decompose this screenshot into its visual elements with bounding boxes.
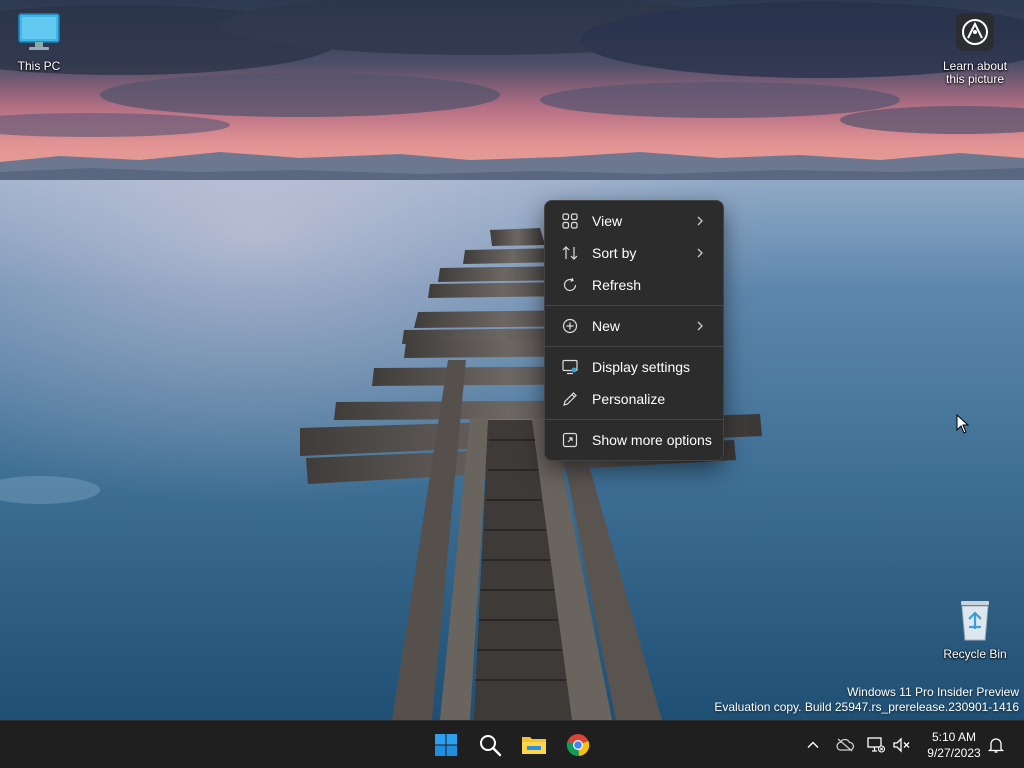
speaker-muted-icon <box>893 737 910 753</box>
chevron-right-icon <box>697 248 703 258</box>
file-explorer-icon <box>522 737 546 754</box>
menu-item-label: Personalize <box>592 391 666 407</box>
show-hidden-icons-button[interactable] <box>803 735 823 755</box>
expand-icon <box>561 431 579 449</box>
menu-item-sort-by[interactable]: Sort by <box>549 237 719 269</box>
plus-circle-icon <box>561 317 579 335</box>
camera-help-icon <box>951 8 999 56</box>
windows-start-icon <box>435 734 457 756</box>
menu-item-refresh[interactable]: Refresh <box>549 269 719 301</box>
network-icon <box>867 737 885 753</box>
desktop-icon-this-pc[interactable]: This PC <box>1 8 77 73</box>
wallpaper <box>0 0 1024 720</box>
notifications-button[interactable] <box>986 735 1006 755</box>
pen-icon <box>561 390 579 408</box>
menu-separator <box>545 305 723 306</box>
start-button[interactable] <box>426 725 466 765</box>
menu-item-label: Show more options <box>592 432 712 448</box>
menu-item-view[interactable]: View <box>549 205 719 237</box>
chevron-right-icon <box>697 321 703 331</box>
menu-item-label: Refresh <box>592 277 642 293</box>
mouse-cursor-icon <box>956 414 970 434</box>
search-icon <box>480 735 502 757</box>
desktop-icon-learn-about-picture[interactable]: Learn about this picture <box>937 8 1013 86</box>
menu-separator <box>545 346 723 347</box>
desktop-icon-label: Recycle Bin <box>943 647 1007 661</box>
chevron-up-icon <box>807 741 819 748</box>
clock-time: 5:10 AM <box>931 730 977 744</box>
search-button[interactable] <box>470 725 510 765</box>
desktop-icon-recycle-bin[interactable]: Recycle Bin <box>937 596 1013 661</box>
notification-bell-icon <box>988 738 1004 753</box>
display-settings-icon <box>561 358 579 376</box>
desktop[interactable]: This PC Learn about this picture Recycle… <box>0 0 1024 720</box>
desktop-context-menu: View Sort by Refresh New Display setting… <box>544 200 724 461</box>
desktop-icon-label: This PC <box>17 59 61 73</box>
taskbar-clock[interactable]: 5:10 AM 9/27/2023 <box>920 729 988 761</box>
desktop-icon-label: Learn about this picture <box>942 59 1008 86</box>
sort-icon <box>561 244 579 262</box>
onedrive-button[interactable] <box>835 735 855 755</box>
menu-item-personalize[interactable]: Personalize <box>549 383 719 415</box>
clock-date: 9/27/2023 <box>927 746 981 760</box>
menu-separator <box>545 419 723 420</box>
menu-item-label: View <box>592 213 623 229</box>
monitor-icon <box>15 8 63 56</box>
menu-item-label: New <box>592 318 621 334</box>
onedrive-icon <box>836 738 855 752</box>
network-button[interactable] <box>866 735 886 755</box>
menu-item-label: Display settings <box>592 359 691 375</box>
refresh-icon <box>561 276 579 294</box>
chrome-button[interactable] <box>558 725 598 765</box>
watermark-line-1: Windows 11 Pro Insider Preview <box>847 685 1019 699</box>
menu-item-new[interactable]: New <box>549 310 719 342</box>
recycle-bin-icon <box>951 596 999 644</box>
menu-item-display-settings[interactable]: Display settings <box>549 351 719 383</box>
taskbar: 5:10 AM 9/27/2023 <box>0 720 1024 768</box>
chevron-right-icon <box>697 216 703 226</box>
grid-view-icon <box>561 212 579 230</box>
volume-button[interactable] <box>892 735 912 755</box>
file-explorer-button[interactable] <box>514 725 554 765</box>
menu-item-label: Sort by <box>592 245 637 261</box>
menu-item-show-more-options[interactable]: Show more options <box>549 424 719 456</box>
chrome-icon <box>566 734 590 757</box>
evaluation-watermark: Windows 11 Pro Insider Preview Evaluatio… <box>714 685 1019 715</box>
watermark-line-2: Evaluation copy. Build 25947.rs_prerelea… <box>714 700 1019 714</box>
